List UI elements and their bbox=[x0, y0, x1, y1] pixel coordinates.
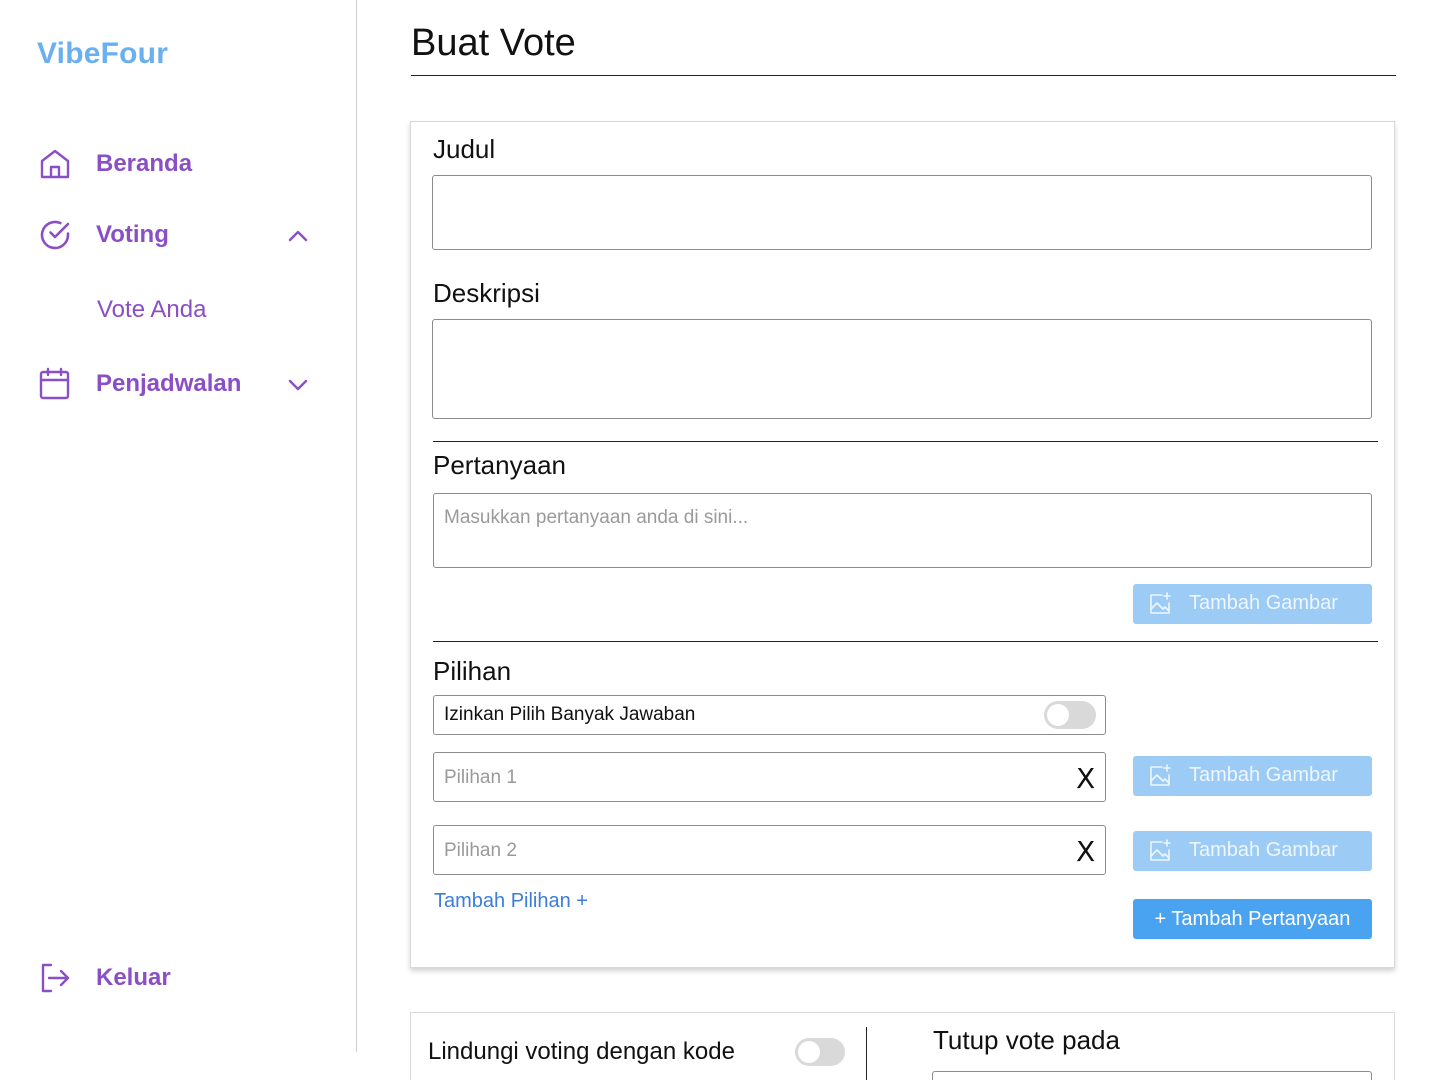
sidebar-item-voting[interactable]: Voting bbox=[38, 218, 308, 252]
option-input-1[interactable]: Pilihan 1 X bbox=[433, 752, 1106, 802]
check-circle-icon bbox=[40, 220, 70, 250]
close-vote-datetime-input[interactable] bbox=[932, 1071, 1372, 1080]
sidebar-item-label: Keluar bbox=[96, 964, 171, 991]
chevron-up-icon[interactable] bbox=[286, 224, 310, 248]
image-add-icon bbox=[1150, 592, 1171, 614]
pertanyaan-input[interactable]: Masukkan pertanyaan anda di sini... bbox=[433, 493, 1372, 568]
protect-code-label: Lindungi voting dengan kode bbox=[428, 1038, 735, 1065]
button-label: Tambah Gambar bbox=[1189, 592, 1338, 614]
sidebar: VibeFour Beranda Voting Vote Anda Penjad… bbox=[0, 0, 357, 1052]
option-placeholder: Pilihan 2 bbox=[444, 840, 517, 861]
settings-divider bbox=[866, 1027, 867, 1080]
pertanyaan-label: Pertanyaan bbox=[433, 450, 566, 480]
add-question-button[interactable]: + Tambah Pertanyaan bbox=[1133, 899, 1372, 939]
calendar-icon bbox=[39, 367, 70, 400]
title-divider bbox=[411, 75, 1396, 76]
logout-icon bbox=[41, 963, 70, 993]
add-option-1-image-button[interactable]: Tambah Gambar bbox=[1133, 756, 1372, 796]
sidebar-item-keluar[interactable]: Keluar bbox=[38, 961, 171, 995]
section-divider bbox=[433, 441, 1378, 442]
multi-answer-label: Izinkan Pilih Banyak Jawaban bbox=[444, 704, 696, 725]
button-label: Tambah Gambar bbox=[1189, 839, 1338, 861]
chevron-down-icon[interactable] bbox=[286, 373, 310, 397]
image-add-icon bbox=[1150, 764, 1171, 786]
judul-label: Judul bbox=[433, 134, 496, 164]
button-label: Tambah Gambar bbox=[1189, 764, 1338, 786]
toggle-knob bbox=[1047, 704, 1069, 726]
add-option-2-image-button[interactable]: Tambah Gambar bbox=[1133, 831, 1372, 871]
vote-form-card: Judul Deskripsi Pertanyaan Masukkan pert… bbox=[410, 121, 1395, 968]
app-logo[interactable]: VibeFour bbox=[37, 37, 168, 71]
page-title: Buat Vote bbox=[411, 22, 576, 64]
pertanyaan-placeholder: Masukkan pertanyaan anda di sini... bbox=[444, 507, 749, 528]
section-divider bbox=[433, 641, 1378, 642]
deskripsi-label: Deskripsi bbox=[433, 278, 540, 308]
sidebar-item-label: Penjadwalan bbox=[96, 370, 242, 397]
image-add-icon bbox=[1150, 839, 1171, 861]
remove-option-1-button[interactable]: X bbox=[1076, 762, 1095, 795]
judul-input[interactable] bbox=[432, 175, 1372, 250]
sidebar-item-beranda[interactable]: Beranda bbox=[38, 147, 192, 181]
remove-option-2-button[interactable]: X bbox=[1076, 835, 1095, 868]
sidebar-item-penjadwalan[interactable]: Penjadwalan bbox=[38, 367, 308, 401]
home-icon bbox=[40, 149, 70, 179]
deskripsi-textarea[interactable] bbox=[432, 319, 1372, 419]
pilihan-label: Pilihan bbox=[433, 656, 512, 686]
sidebar-subitem-vote-anda[interactable]: Vote Anda bbox=[97, 296, 206, 324]
close-vote-label: Tutup vote pada bbox=[933, 1025, 1120, 1055]
multi-answer-toggle[interactable] bbox=[1044, 701, 1096, 729]
option-input-2[interactable]: Pilihan 2 X bbox=[433, 825, 1106, 875]
toggle-knob bbox=[798, 1041, 820, 1063]
option-placeholder: Pilihan 1 bbox=[444, 767, 517, 788]
sidebar-item-label: Voting bbox=[96, 221, 169, 248]
protect-code-toggle[interactable] bbox=[795, 1038, 845, 1066]
multi-answer-row: Izinkan Pilih Banyak Jawaban bbox=[433, 695, 1106, 735]
add-question-image-button[interactable]: Tambah Gambar bbox=[1133, 584, 1372, 624]
vote-settings-card: Lindungi voting dengan kode Tutup vote p… bbox=[410, 1012, 1395, 1080]
sidebar-item-label: Beranda bbox=[96, 150, 193, 177]
add-option-link[interactable]: Tambah Pilihan + bbox=[434, 890, 588, 913]
